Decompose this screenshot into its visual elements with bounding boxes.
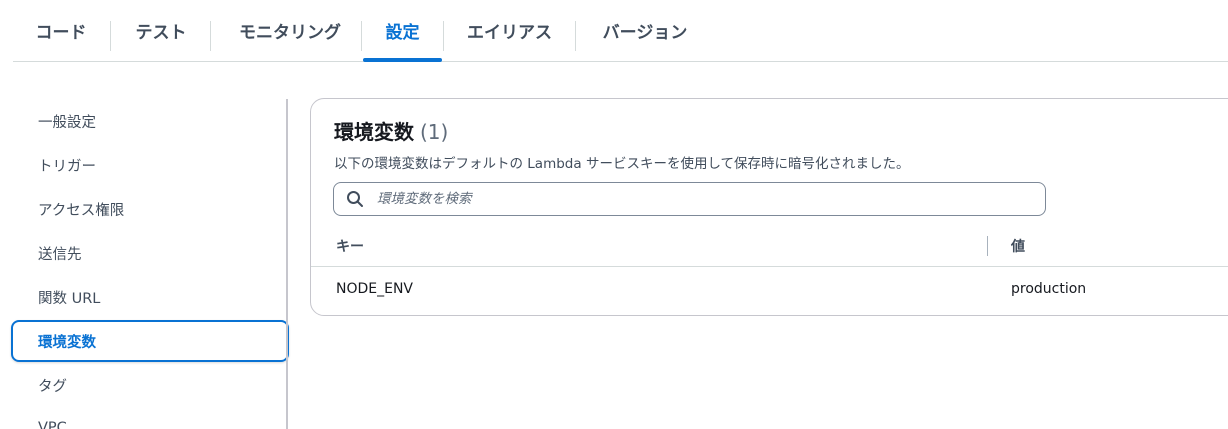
tab-code[interactable]: コード bbox=[22, 0, 100, 61]
env-var-value: production bbox=[1011, 280, 1087, 297]
sidenav-item-vpc[interactable]: VPC bbox=[11, 407, 289, 429]
table-row: NODE_ENV production bbox=[311, 267, 1228, 310]
panel-title: 環境変数 (1) bbox=[334, 116, 448, 145]
env-var-key: NODE_ENV bbox=[336, 280, 414, 297]
lambda-configuration-page: コード テスト モニタリング 設定 エイリアス バージョン 一般設定 トリガー … bbox=[0, 0, 1228, 429]
tab-test[interactable]: テスト bbox=[119, 0, 203, 61]
column-resizer[interactable] bbox=[987, 236, 988, 256]
sidenav-item-triggers[interactable]: トリガー bbox=[11, 144, 289, 186]
column-header-key: キー bbox=[336, 239, 364, 255]
sidenav-item-permissions[interactable]: アクセス権限 bbox=[11, 188, 289, 230]
tab-monitoring[interactable]: モニタリング bbox=[220, 0, 360, 61]
sidenav-item-general[interactable]: 一般設定 bbox=[11, 100, 289, 142]
tab-divider bbox=[575, 21, 576, 51]
tab-versions[interactable]: バージョン bbox=[589, 0, 701, 61]
sidenav-item-destinations[interactable]: 送信先 bbox=[11, 232, 289, 274]
environment-variables-panel: 環境変数 (1) 以下の環境変数はデフォルトの Lambda サービスキーを使用し… bbox=[310, 98, 1228, 316]
sidenav-item-environment-variables[interactable]: 環境変数 bbox=[11, 320, 289, 362]
tab-divider bbox=[443, 21, 444, 51]
search-box[interactable] bbox=[333, 182, 1046, 216]
panel-description: 以下の環境変数はデフォルトの Lambda サービスキーを使用して保存時に暗号化… bbox=[334, 156, 910, 172]
variable-count: (1) bbox=[420, 120, 449, 144]
column-header-value: 値 bbox=[1011, 239, 1025, 255]
sidenav-item-function-url[interactable]: 関数 URL bbox=[11, 276, 289, 318]
tab-divider bbox=[110, 21, 111, 51]
search-icon bbox=[345, 189, 365, 209]
sidenav-divider bbox=[286, 99, 288, 429]
panel-title-text: 環境変数 bbox=[334, 120, 414, 144]
tab-divider bbox=[361, 21, 362, 51]
function-tabs: コード テスト モニタリング 設定 エイリアス バージョン bbox=[13, 0, 1228, 62]
search-input[interactable] bbox=[375, 190, 1019, 208]
tab-configuration[interactable]: 設定 bbox=[363, 0, 442, 62]
table-header: キー 値 bbox=[311, 227, 1228, 267]
tab-divider bbox=[210, 21, 211, 51]
tab-aliases[interactable]: エイリアス bbox=[456, 0, 563, 61]
sidenav-item-tags[interactable]: タグ bbox=[11, 364, 289, 406]
